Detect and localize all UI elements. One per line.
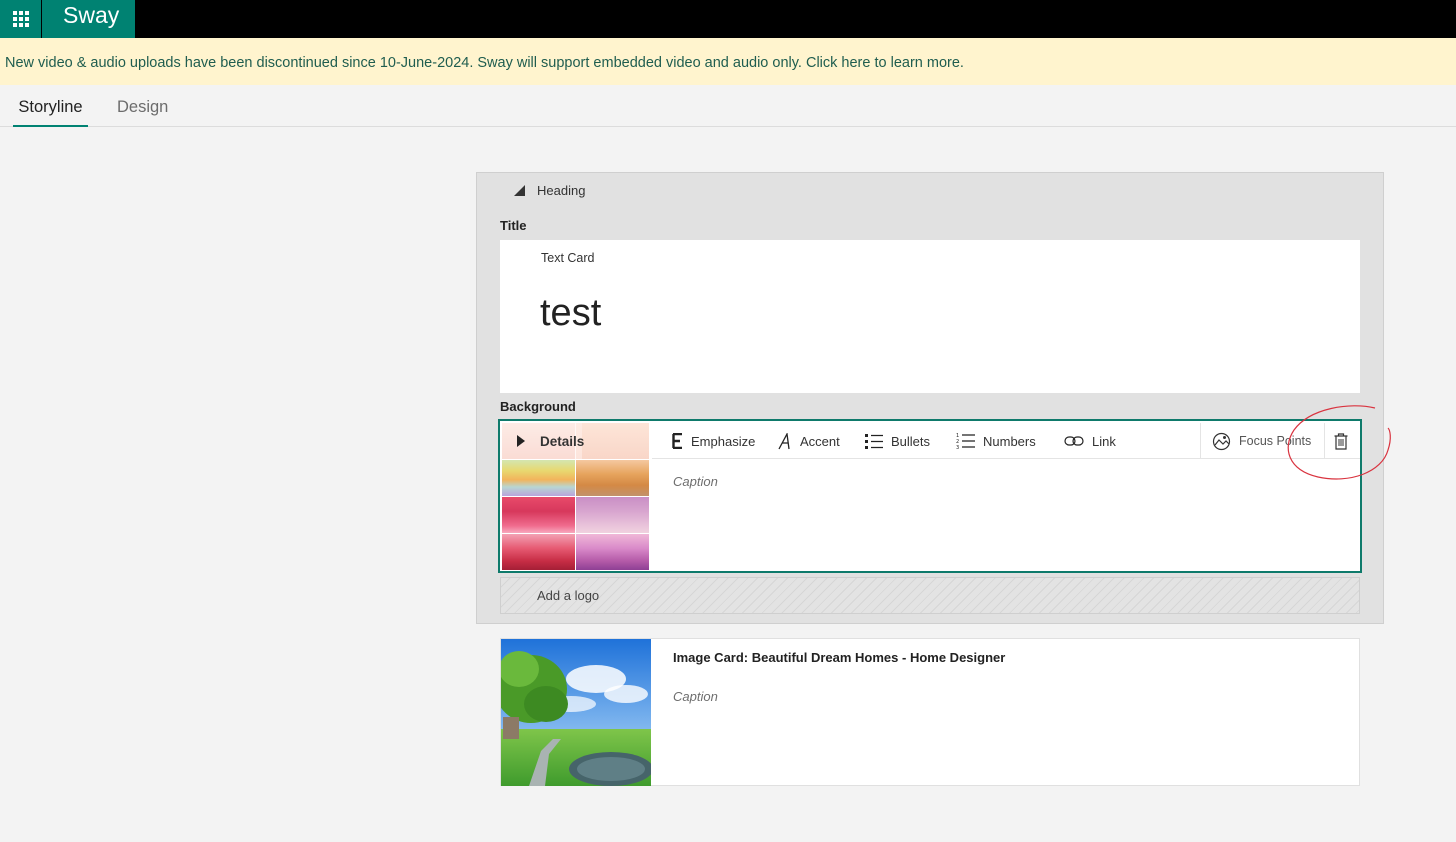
focus-points-button[interactable]: Focus Points xyxy=(1212,423,1311,459)
group-label[interactable]: Heading xyxy=(537,183,585,198)
details-label: Details xyxy=(540,434,585,449)
link-label: Link xyxy=(1092,433,1116,449)
accent-label: Accent xyxy=(800,433,840,449)
text-card-title[interactable]: test xyxy=(540,292,601,335)
svg-text:3: 3 xyxy=(956,445,959,450)
toolbar-divider xyxy=(1324,423,1325,459)
notice-text[interactable]: New video & audio uploads have been disc… xyxy=(5,55,964,71)
emphasize-label: Emphasize xyxy=(691,433,756,449)
numbered-list-icon: 1 2 3 xyxy=(956,433,975,450)
triangle-down-icon[interactable] xyxy=(513,184,526,197)
focus-points-label: Focus Points xyxy=(1239,434,1312,448)
numbers-button[interactable]: 1 2 3 Numbers xyxy=(956,423,1036,459)
bullets-button[interactable]: Bullets xyxy=(865,423,930,459)
mosaic-tile xyxy=(576,497,649,533)
title-section-label: Title xyxy=(500,218,527,233)
add-logo-placeholder[interactable]: Add a logo xyxy=(500,577,1360,614)
bullets-label: Bullets xyxy=(891,433,931,449)
toolbar-divider xyxy=(1200,423,1201,459)
mosaic-tile xyxy=(502,534,575,570)
bullet-list-icon xyxy=(865,434,883,449)
image-card-title: Image Card: Beautiful Dream Homes - Home… xyxy=(673,650,1006,665)
focus-points-icon xyxy=(1212,432,1231,450)
delete-button[interactable] xyxy=(1334,423,1356,459)
formatting-toolbar: Emphasize Accent Bullets 1 2 3 Numbers L… xyxy=(652,423,1360,459)
app-launcher-button[interactable] xyxy=(0,0,41,38)
link-icon xyxy=(1064,436,1084,446)
tab-storyline[interactable]: Storyline xyxy=(13,85,88,127)
mosaic-tile xyxy=(502,497,575,533)
image-card[interactable]: Image Card: Beautiful Dream Homes - Home… xyxy=(500,638,1360,786)
numbers-label: Numbers xyxy=(983,433,1036,449)
background-section-label: Background xyxy=(500,399,576,414)
details-toggle[interactable]: Details xyxy=(502,423,585,459)
background-caption-input[interactable]: Caption xyxy=(673,474,718,489)
notice-banner[interactable]: New video & audio uploads have been disc… xyxy=(0,38,1456,85)
waffle-icon xyxy=(12,11,29,27)
mosaic-tile xyxy=(502,460,575,496)
mosaic-tile xyxy=(576,423,649,459)
accent-icon xyxy=(778,432,790,449)
image-card-thumbnail[interactable] xyxy=(501,639,651,786)
text-card[interactable]: Text Card test xyxy=(500,240,1360,393)
emphasize-button[interactable]: Emphasize xyxy=(672,423,755,459)
add-logo-label: Add a logo xyxy=(537,588,600,603)
emphasize-icon xyxy=(672,433,682,449)
tab-bar: Storyline Design xyxy=(0,85,1456,127)
trash-icon xyxy=(1334,432,1348,450)
triangle-right-icon xyxy=(517,435,525,447)
app-name[interactable]: Sway xyxy=(42,0,135,38)
background-card[interactable]: Details Emphasize Accent Bullets 1 2 3 N… xyxy=(498,419,1362,573)
image-caption-input[interactable]: Caption xyxy=(673,689,718,704)
mosaic-tile xyxy=(576,460,649,496)
text-card-label: Text Card xyxy=(541,251,595,265)
tab-design[interactable]: Design xyxy=(117,85,168,127)
accent-button[interactable]: Accent xyxy=(778,423,840,459)
link-button[interactable]: Link xyxy=(1064,423,1116,459)
mosaic-tile xyxy=(576,534,649,570)
top-bar: Sway xyxy=(0,0,1456,38)
